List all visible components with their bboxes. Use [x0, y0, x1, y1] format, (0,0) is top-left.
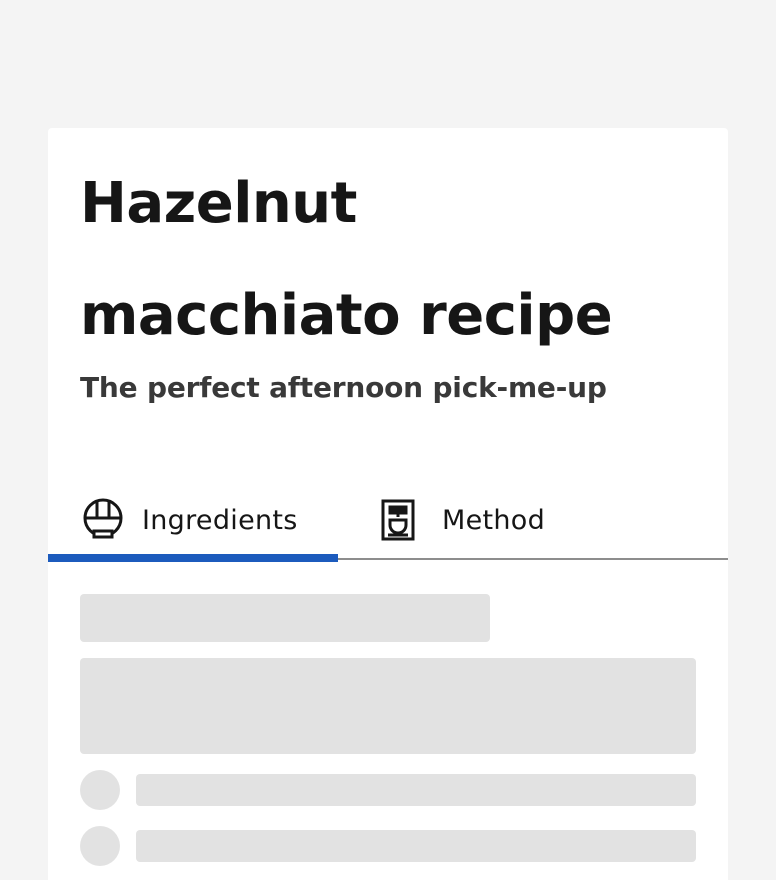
- recipe-card: Hazelnut macchiato recipe The perfect af…: [48, 128, 728, 880]
- skeleton-avatar: [80, 770, 120, 810]
- skeleton-heading: [80, 594, 490, 642]
- coffee-maker-icon: [376, 498, 420, 542]
- tab-method[interactable]: Method: [338, 480, 545, 560]
- tab-ingredients[interactable]: Ingredients: [48, 480, 338, 562]
- recipe-header: Hazelnut macchiato recipe The perfect af…: [80, 171, 680, 408]
- bowl-icon: [81, 498, 125, 542]
- page-subtitle: The perfect afternoon pick-me-up: [80, 371, 607, 404]
- skeleton-paragraph: [80, 658, 696, 754]
- skeleton-list-item: [136, 774, 696, 806]
- tab-ingredients-label: Ingredients: [142, 504, 298, 536]
- skeleton-list-item: [136, 830, 696, 862]
- recipe-tabs: Ingredients Method: [48, 480, 728, 562]
- tab-method-label: Method: [442, 504, 546, 536]
- skeleton-avatar: [80, 826, 120, 866]
- page-title: Hazelnut macchiato recipe: [80, 171, 613, 348]
